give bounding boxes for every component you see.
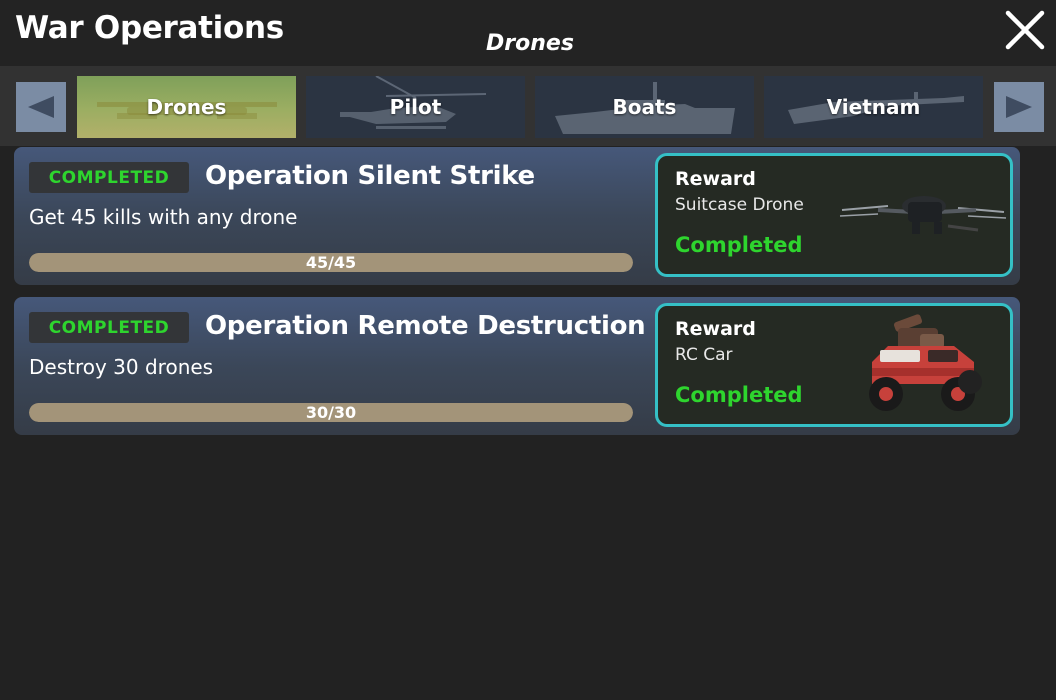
reward-title: Reward bbox=[675, 318, 756, 340]
operation-name: Operation Remote Destruction bbox=[205, 311, 646, 341]
close-icon bbox=[1005, 10, 1045, 50]
reward-box[interactable]: Reward RC Car Completed bbox=[655, 303, 1013, 427]
operation-card: COMPLETED Operation Silent Strike Get 45… bbox=[14, 147, 1020, 285]
progress-text: 45/45 bbox=[305, 253, 357, 272]
status-badge: COMPLETED bbox=[29, 162, 189, 193]
progress-text: 30/30 bbox=[305, 403, 357, 422]
reward-title: Reward bbox=[675, 168, 756, 190]
status-badge: COMPLETED bbox=[29, 312, 189, 343]
reward-box[interactable]: Reward Suitcase Drone Completed bbox=[655, 153, 1013, 277]
reward-status: Completed bbox=[675, 383, 803, 407]
arrow-right-icon bbox=[1006, 96, 1032, 118]
progress-bar: 30/30 bbox=[29, 403, 633, 422]
tab-pilot[interactable]: Pilot bbox=[306, 76, 525, 138]
reward-item-name: Suitcase Drone bbox=[675, 195, 804, 215]
arrow-left-icon bbox=[28, 96, 54, 118]
suitcase-drone-icon bbox=[839, 196, 1007, 234]
operation-name: Operation Silent Strike bbox=[205, 161, 535, 191]
close-button[interactable] bbox=[1004, 9, 1046, 51]
tab-pilot-label: Pilot bbox=[389, 95, 442, 119]
reward-item-name: RC Car bbox=[675, 345, 733, 365]
tab-boats-label: Boats bbox=[612, 95, 677, 119]
next-category-button[interactable] bbox=[994, 82, 1044, 132]
category-subtitle: Drones bbox=[486, 31, 574, 56]
reward-status: Completed bbox=[675, 233, 803, 257]
tab-drones[interactable]: Drones bbox=[77, 76, 296, 138]
progress-bar: 45/45 bbox=[29, 253, 633, 272]
tab-vietnam-label: Vietnam bbox=[826, 95, 921, 119]
rc-car-icon bbox=[869, 314, 982, 411]
prev-category-button[interactable] bbox=[16, 82, 66, 132]
category-tabs-bar: Drones Pilot Boats Vietnam bbox=[0, 66, 1056, 146]
tab-boats[interactable]: Boats bbox=[535, 76, 754, 138]
operation-description: Get 45 kills with any drone bbox=[29, 205, 298, 229]
operation-card: COMPLETED Operation Remote Destruction D… bbox=[14, 297, 1020, 435]
operation-description: Destroy 30 drones bbox=[29, 355, 214, 379]
tab-vietnam[interactable]: Vietnam bbox=[764, 76, 983, 138]
tab-drones-label: Drones bbox=[146, 95, 227, 119]
header-bar: War Operations Drones bbox=[0, 0, 1056, 66]
